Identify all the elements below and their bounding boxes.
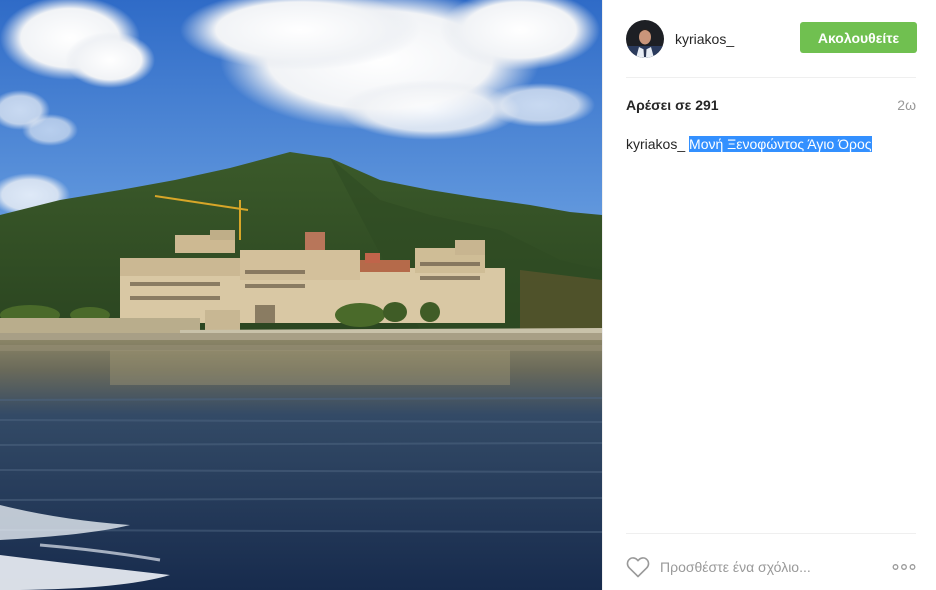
avatar-photo bbox=[626, 20, 664, 58]
follow-button[interactable]: Ακολουθείτε bbox=[800, 22, 917, 53]
comment-input[interactable] bbox=[660, 559, 880, 575]
comment-divider bbox=[626, 533, 916, 534]
likes-count[interactable]: Αρέσει σε 291 bbox=[626, 97, 719, 113]
likes-row: Αρέσει σε 291 2ω bbox=[626, 97, 916, 113]
comment-bar bbox=[626, 553, 916, 581]
post-header: kyriakos_ Ακολουθείτε bbox=[626, 19, 917, 59]
caption-text: Μονή Ξενοφώντος Άγιο Όρος bbox=[689, 136, 872, 152]
post-timestamp[interactable]: 2ω bbox=[897, 97, 916, 113]
monastery-photo bbox=[0, 0, 602, 590]
post-view: kyriakos_ Ακολουθείτε Αρέσει σε 291 2ω k… bbox=[0, 0, 936, 590]
post-photo[interactable] bbox=[0, 0, 602, 590]
more-options-icon[interactable] bbox=[892, 557, 916, 577]
username-link[interactable]: kyriakos_ bbox=[675, 31, 734, 47]
post-sidebar: kyriakos_ Ακολουθείτε Αρέσει σε 291 2ω k… bbox=[602, 0, 936, 590]
header-divider bbox=[626, 77, 916, 78]
heart-icon[interactable] bbox=[626, 556, 650, 578]
caption-username[interactable]: kyriakos_ bbox=[626, 136, 685, 152]
post-caption: kyriakos_ Μονή Ξενοφώντος Άγιο Όρος bbox=[626, 135, 916, 153]
avatar[interactable] bbox=[626, 20, 664, 58]
